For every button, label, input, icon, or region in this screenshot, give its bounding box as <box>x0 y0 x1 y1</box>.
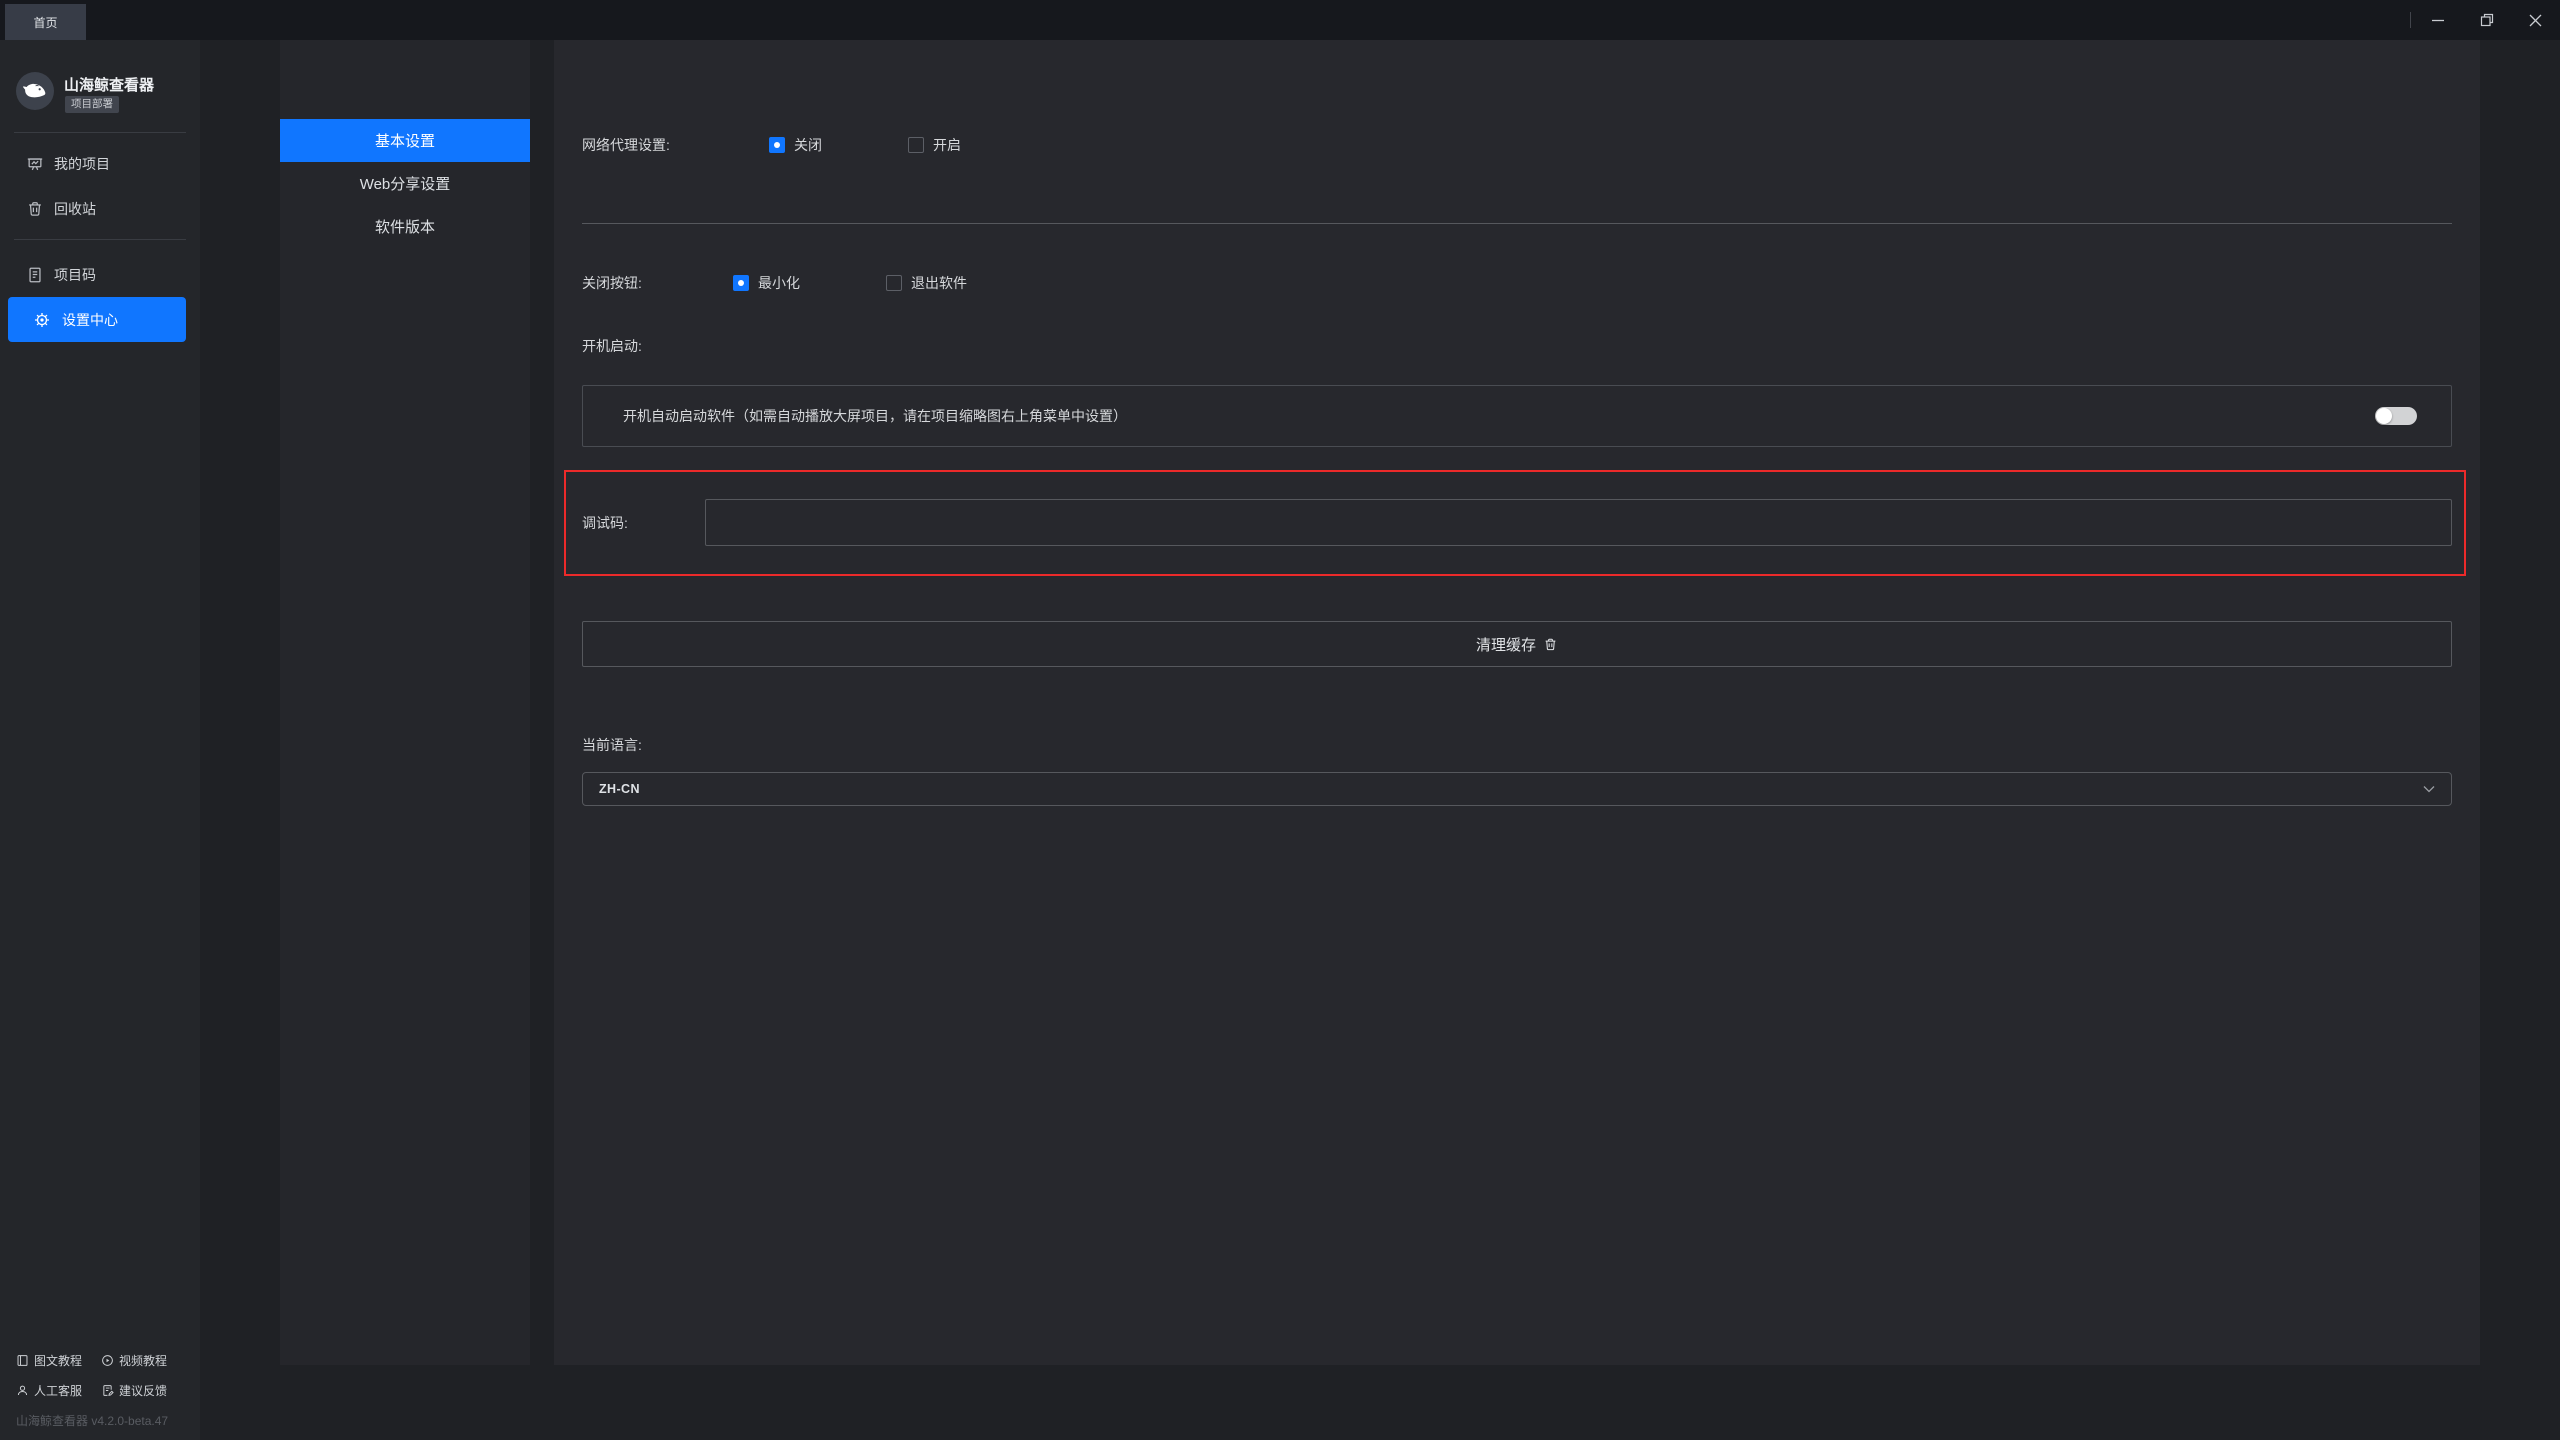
chevron-down-icon <box>2423 785 2435 793</box>
close-button[interactable] <box>2511 0 2560 40</box>
titlebar: 首页 <box>0 0 2560 40</box>
person-icon <box>16 1384 29 1397</box>
close-option-minimize[interactable]: 最小化 <box>733 273 800 293</box>
link-label: 视频教程 <box>119 1354 168 1368</box>
tab-label: 软件版本 <box>374 219 435 236</box>
app-logo <box>16 72 54 110</box>
sidebar-divider <box>14 132 186 133</box>
play-circle-icon <box>101 1354 114 1367</box>
app-version: 山海鲸查看器 v4.2.0-beta.47 <box>16 1414 169 1428</box>
sidebar-divider <box>14 239 186 240</box>
whale-icon <box>22 78 48 104</box>
book-icon <box>16 1354 29 1367</box>
sidebar-item-project-code[interactable]: 项目码 <box>0 261 200 289</box>
restore-button[interactable] <box>2462 0 2511 40</box>
minimize-icon <box>2431 13 2445 27</box>
gear-icon <box>33 311 51 329</box>
debug-code-label: 调试码: <box>582 515 628 531</box>
window-controls <box>2410 0 2560 40</box>
sidebar-item-settings-center[interactable]: 设置中心 <box>8 297 186 342</box>
trash-icon <box>26 200 44 218</box>
link-text-tutorial[interactable]: 图文教程 <box>16 1352 101 1369</box>
option-label: 开启 <box>933 137 961 153</box>
window-controls-divider <box>2410 12 2411 28</box>
link-label: 人工客服 <box>34 1384 83 1398</box>
sidebar-item-label: 回收站 <box>54 201 96 217</box>
checkbox-checked-icon[interactable] <box>733 275 749 291</box>
link-feedback[interactable]: 建议反馈 <box>101 1382 186 1399</box>
feedback-icon <box>101 1384 114 1397</box>
checkbox-unchecked-icon[interactable] <box>908 137 924 153</box>
projects-board-icon <box>26 155 44 173</box>
startup-toggle[interactable] <box>2375 407 2417 425</box>
startup-row: 开机自动启动软件（如需自动播放大屏项目，请在项目缩略图右上角菜单中设置） <box>582 385 2452 447</box>
proxy-option-off[interactable]: 关闭 <box>769 135 822 155</box>
app-badge: 项目部署 <box>65 96 119 113</box>
startup-label: 开机启动: <box>582 338 642 354</box>
tab-software-version[interactable]: 软件版本 <box>280 205 530 248</box>
option-label: 退出软件 <box>911 275 967 291</box>
tab-label: Web分享设置 <box>359 176 451 193</box>
tab-label: 基本设置 <box>374 133 435 150</box>
sidebar-item-recycle-bin[interactable]: 回收站 <box>0 195 200 223</box>
sidebar-item-my-projects[interactable]: 我的项目 <box>0 150 200 178</box>
debug-code-highlight: 调试码: <box>564 470 2466 576</box>
clear-cache-label: 清理缓存 <box>1475 636 1536 654</box>
startup-description: 开机自动启动软件（如需自动播放大屏项目，请在项目缩略图右上角菜单中设置） <box>623 408 1127 424</box>
clear-cache-button[interactable]: 清理缓存 <box>582 621 2452 667</box>
close-icon <box>2529 14 2542 27</box>
close-option-exit[interactable]: 退出软件 <box>886 273 967 293</box>
link-label: 图文教程 <box>34 1354 83 1368</box>
tab-basic-settings[interactable]: 基本设置 <box>280 119 530 162</box>
checkbox-unchecked-icon[interactable] <box>886 275 902 291</box>
network-proxy-row: 网络代理设置: 关闭 开启 <box>582 134 961 156</box>
trash-icon <box>1543 637 1558 652</box>
settings-main-panel: 网络代理设置: 关闭 开启 关闭按钮: 最小化 退出软件 开机启动: 开机自动启… <box>554 40 2480 1365</box>
proxy-option-on[interactable]: 开启 <box>908 135 961 155</box>
tab-web-share-settings[interactable]: Web分享设置 <box>280 162 530 205</box>
close-button-row: 关闭按钮: 最小化 退出软件 <box>582 272 967 294</box>
sidebar-footer: 图文教程 视频教程 人工客服 建议反馈 山海鲸查看器 v4.2.0-beta.4… <box>16 1352 186 1429</box>
tab-home[interactable]: 首页 <box>5 4 86 40</box>
link-customer-service[interactable]: 人工客服 <box>16 1382 101 1399</box>
settings-nav: 基本设置 Web分享设置 软件版本 <box>280 40 530 1365</box>
option-label: 关闭 <box>794 137 822 153</box>
network-proxy-label: 网络代理设置: <box>582 137 670 153</box>
language-select[interactable]: ZH-CN <box>582 772 2452 806</box>
close-button-label: 关闭按钮: <box>582 275 642 291</box>
link-video-tutorial[interactable]: 视频教程 <box>101 1352 186 1369</box>
app-name: 山海鲸查看器 <box>64 77 155 94</box>
option-label: 最小化 <box>758 275 800 291</box>
checkbox-checked-icon[interactable] <box>769 137 785 153</box>
debug-code-input[interactable] <box>705 499 2452 546</box>
sidebar-item-label: 我的项目 <box>54 156 110 172</box>
sidebar-item-label: 设置中心 <box>62 311 118 328</box>
tab-home-label: 首页 <box>33 15 58 30</box>
language-label: 当前语言: <box>582 737 642 753</box>
restore-icon <box>2480 13 2494 27</box>
link-label: 建议反馈 <box>119 1384 168 1398</box>
project-code-icon <box>26 266 44 284</box>
sidebar-item-label: 项目码 <box>54 267 96 283</box>
section-divider <box>582 223 2452 224</box>
minimize-button[interactable] <box>2413 0 2462 40</box>
sidebar: 山海鲸查看器 项目部署 我的项目 回收站 项目码 设置中心 图文教程 视频教程 … <box>0 40 200 1440</box>
language-selected-value: ZH-CN <box>599 782 640 796</box>
